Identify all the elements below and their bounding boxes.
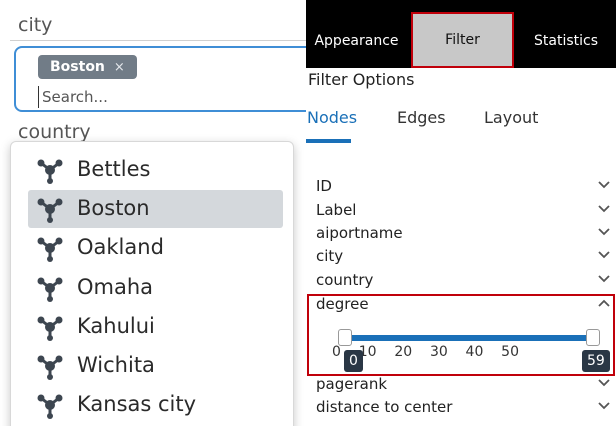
slider-max-handle[interactable]: [586, 329, 600, 346]
property-label: distance to center: [316, 398, 453, 416]
dropdown-item[interactable]: Kahului: [28, 308, 283, 346]
property-label: country: [316, 271, 374, 289]
chevron-down-icon[interactable]: [598, 402, 610, 410]
dropdown-item[interactable]: Oakland: [28, 229, 283, 267]
subtab-layout[interactable]: Layout: [484, 108, 538, 127]
property-label: pagerank: [316, 375, 388, 393]
dropdown-item-label: Boston: [77, 196, 150, 220]
property-label: degree: [316, 295, 369, 313]
dropdown-item[interactable]: Kansas city: [28, 386, 283, 424]
property-row-city[interactable]: city: [316, 247, 612, 267]
chevron-down-icon[interactable]: [598, 228, 610, 236]
dropdown-item[interactable]: Bettles: [28, 151, 283, 189]
divider: [10, 40, 306, 41]
property-row-aiportname[interactable]: aiportname: [316, 224, 612, 244]
chevron-down-icon[interactable]: [598, 275, 610, 283]
dropdown-item-highlighted[interactable]: Boston: [28, 190, 283, 228]
tab-appearance[interactable]: Appearance: [306, 14, 407, 68]
country-field-label: country: [18, 121, 91, 143]
dropdown-item-label: Omaha: [77, 275, 154, 299]
slider-min-value-badge: 0: [344, 350, 363, 372]
property-row-degree[interactable]: degree: [316, 295, 612, 315]
filter-options-title: Filter Options: [308, 70, 415, 89]
dropdown-item-label: Kansas city: [77, 392, 197, 416]
city-dropdown-list: Bettles Boston Oakland Omaha Kahului Wic…: [10, 141, 294, 426]
slider-max-value-badge: 59: [582, 350, 610, 372]
filter-options-panel: Appearance Filter Statistics Filter Opti…: [306, 0, 616, 426]
graph-node-icon: [37, 394, 63, 419]
remove-token-icon[interactable]: ×: [114, 60, 125, 75]
city-multiselect[interactable]: Boston ×: [14, 46, 306, 112]
degree-range-slider-track[interactable]: [344, 335, 596, 341]
dropdown-item-label: Wichita: [77, 353, 155, 377]
graph-node-icon: [37, 159, 63, 184]
property-row-distance-to-center[interactable]: distance to center: [316, 398, 612, 418]
dropdown-item[interactable]: Wichita: [28, 347, 283, 385]
graph-node-icon: [37, 237, 63, 262]
token-label: Boston: [50, 59, 105, 75]
property-row-id[interactable]: ID: [316, 177, 612, 197]
graph-node-icon: [37, 277, 63, 302]
city-field-label: city: [18, 14, 53, 36]
subtab-edges[interactable]: Edges: [397, 108, 446, 127]
property-label: Label: [316, 201, 357, 219]
dropdown-item-label: Oakland: [77, 235, 164, 259]
main-tab-bar: Appearance Filter Statistics: [306, 0, 616, 68]
chevron-up-icon[interactable]: [598, 299, 610, 307]
graph-node-icon: [37, 198, 63, 223]
subtab-nodes[interactable]: Nodes: [307, 108, 357, 127]
active-subtab-indicator: [306, 139, 351, 143]
property-label: aiportname: [316, 224, 403, 242]
property-row-label[interactable]: Label: [316, 201, 612, 221]
chevron-down-icon[interactable]: [598, 379, 610, 387]
tab-filter[interactable]: Filter: [411, 12, 514, 68]
property-row-country[interactable]: country: [316, 271, 612, 291]
graph-node-icon: [37, 355, 63, 380]
city-filter-panel: city Boston × country Bettles Boston Oakl…: [0, 0, 306, 426]
selected-city-token: Boston ×: [38, 55, 137, 79]
property-row-pagerank[interactable]: pagerank: [316, 375, 612, 395]
property-label: ID: [316, 177, 332, 195]
tab-statistics[interactable]: Statistics: [516, 14, 616, 68]
city-search-input[interactable]: [38, 86, 288, 108]
chevron-down-icon[interactable]: [598, 181, 610, 189]
property-label: city: [316, 247, 344, 265]
chevron-down-icon[interactable]: [598, 205, 610, 213]
graph-node-icon: [37, 316, 63, 341]
dropdown-item[interactable]: Omaha: [28, 269, 283, 307]
dropdown-item-label: Bettles: [77, 157, 151, 181]
dropdown-item-label: Kahului: [77, 314, 155, 338]
chevron-down-icon[interactable]: [598, 251, 610, 259]
